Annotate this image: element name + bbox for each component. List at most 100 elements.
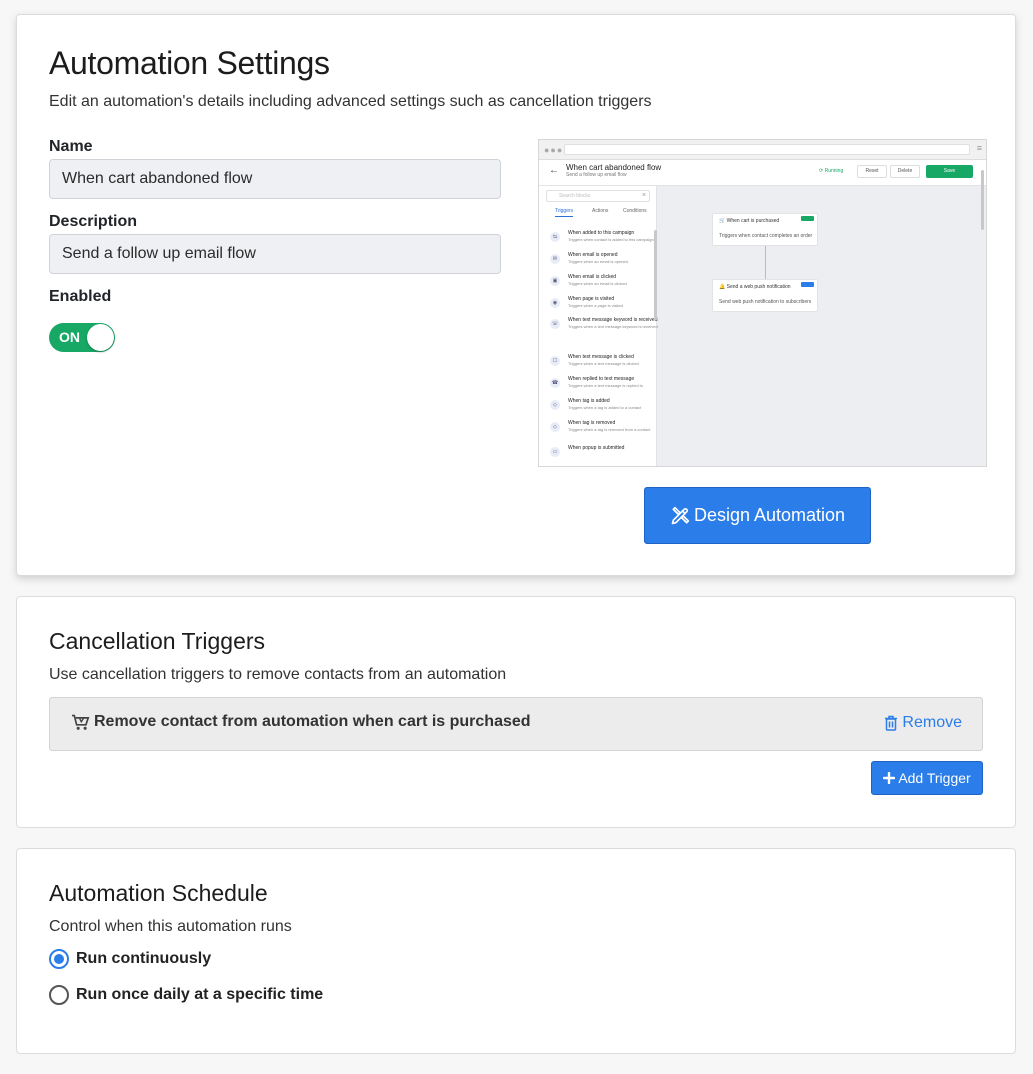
cancellation-title: Cancellation Triggers	[49, 628, 266, 654]
cancellation-subtitle: Use cancellation triggers to remove cont…	[49, 666, 507, 683]
preview-node1-badge	[801, 216, 814, 221]
radio-run-daily[interactable]: Run once daily at a specific time	[49, 985, 323, 1005]
preview-trigger-item-desc: Triggers when an email is clicked	[568, 281, 627, 286]
preview-node2-badge	[801, 282, 814, 287]
pencil-ruler-icon	[671, 506, 690, 524]
preview-trigger-item-icon: ✉	[550, 254, 560, 264]
schedule-subtitle: Control when this automation runs	[49, 918, 292, 935]
radio-label-continuously: Run continuously	[76, 950, 212, 967]
preview-canvas-scrollbar	[981, 170, 984, 230]
preview-sidebar: Search blocks × Triggers Actions Conditi…	[539, 186, 658, 466]
preview-title: When cart abandoned flow	[566, 163, 662, 172]
preview-browser-bar: ●●● ≡	[539, 140, 986, 160]
cancellation-trigger-item: Remove contact from automation when cart…	[49, 697, 983, 751]
page-subtitle: Edit an automation's details including a…	[49, 93, 652, 110]
preview-tab-triggers: Triggers	[555, 208, 574, 217]
radio-button-continuously[interactable]	[49, 949, 69, 969]
preview-trigger-item-icon: ◇	[550, 400, 560, 410]
preview-trigger-item-icon: ⇆	[550, 232, 560, 242]
preview-trigger-item-desc: Triggers when an email is opened	[568, 259, 628, 264]
preview-node1-title-text: When cart is purchased	[726, 218, 780, 224]
radio-label-daily: Run once daily at a specific time	[76, 986, 324, 1003]
name-label: Name	[49, 138, 93, 155]
preview-trigger-item-title: When text message is clicked	[568, 354, 634, 360]
preview-trigger-item-title: When replied to text message	[568, 376, 635, 382]
preview-trigger-item-title: When tag is removed	[568, 420, 616, 426]
preview-trigger-item-desc: Triggers when a tag is removed from a co…	[568, 427, 651, 432]
preview-tab-conditions: Conditions	[623, 208, 647, 214]
add-trigger-label: Add Trigger	[898, 770, 971, 786]
preview-back-arrow-icon: ←	[549, 165, 559, 176]
preview-trigger-item-desc: Triggers when contact is added to this c…	[568, 237, 654, 242]
enabled-toggle[interactable]: ON	[49, 323, 115, 352]
preview-trigger-item-icon: ▣	[550, 276, 560, 286]
preview-node2-title-text: Send a web push notification	[726, 284, 791, 290]
description-label: Description	[49, 213, 138, 230]
design-automation-button[interactable]: Design Automation	[644, 487, 871, 544]
add-trigger-button[interactable]: Add Trigger	[871, 761, 983, 795]
preview-subtitle: Send a follow up email flow	[566, 172, 627, 178]
preview-trigger-item-title: When page is visited	[568, 296, 615, 302]
trigger-text: Remove contact from automation when cart…	[94, 713, 531, 730]
description-input[interactable]	[49, 234, 501, 274]
preview-status-text: Running	[824, 168, 844, 174]
trash-icon	[885, 715, 898, 731]
preview-menu-icon: ≡	[976, 143, 982, 153]
preview-trigger-item-desc: Triggers when a page is visited	[568, 303, 623, 308]
automation-settings-card: Automation Settings Edit an automation's…	[16, 14, 1016, 576]
preview-reset-button: Reset	[857, 165, 887, 178]
toggle-knob	[87, 324, 114, 351]
preview-tab-actions: Actions	[592, 208, 609, 214]
preview-connector-line	[765, 246, 766, 279]
preview-trigger-item-icon: ◉	[550, 298, 560, 308]
radio-button-daily[interactable]	[49, 985, 69, 1005]
cancellation-triggers-card: Cancellation Triggers Use cancellation t…	[16, 596, 1016, 828]
preview-trigger-item-icon: ☎	[550, 378, 560, 388]
preview-tabs: Triggers Actions Conditions	[546, 208, 650, 218]
preview-trigger-item-icon: ▭	[550, 447, 560, 457]
preview-trigger-item-desc: Triggers when a text message keyword is …	[568, 324, 658, 329]
enabled-label: Enabled	[49, 288, 112, 305]
preview-trigger-item-desc: Triggers when a text message is replied …	[568, 383, 643, 388]
preview-sidebar-scrollbar	[654, 230, 657, 320]
preview-trigger-item-icon: ◇	[550, 422, 560, 432]
preview-delete-button: Delete	[890, 165, 920, 178]
preview-node-trigger: 🛒 When cart is purchased Triggers when c…	[712, 213, 818, 246]
remove-label: Remove	[902, 714, 962, 731]
preview-trigger-item-icon: ☏	[550, 319, 560, 329]
preview-trigger-item-desc: Triggers when a tag is added to a contac…	[568, 405, 642, 410]
radio-run-continuously[interactable]: Run continuously	[49, 949, 211, 969]
remove-trigger-link[interactable]: Remove	[884, 714, 962, 732]
preview-trigger-item-title: When email is clicked	[568, 274, 617, 280]
preview-window-dots: ●●●	[544, 145, 564, 155]
preview-status: ⟳ Running	[819, 168, 844, 174]
design-automation-label: Design Automation	[693, 505, 846, 525]
preview-node-action: 🔔 Send a web push notification Send web …	[712, 279, 818, 312]
preview-trigger-item-title: When added to this campaign	[568, 230, 635, 236]
preview-trigger-item-icon: ☐	[550, 356, 560, 366]
cart-icon	[72, 714, 90, 730]
preview-search-close-icon: ×	[641, 192, 646, 199]
preview-node1-desc: Triggers when contact completes an order	[719, 233, 813, 239]
toggle-on-text: ON	[59, 329, 80, 345]
preview-trigger-item-desc: Triggers when a text message is clicked	[568, 361, 639, 366]
page-title: Automation Settings	[49, 45, 330, 81]
schedule-title: Automation Schedule	[49, 880, 268, 906]
preview-header: ← When cart abandoned flow Send a follow…	[539, 160, 986, 186]
trigger-description: Remove contact from automation when cart…	[71, 713, 531, 731]
preview-url-bar	[564, 144, 970, 155]
preview-node2-desc: Send web push notification to subscriber…	[719, 299, 812, 305]
preview-search-text: Search blocks	[559, 193, 591, 199]
preview-node1-title: 🛒 When cart is purchased	[719, 218, 780, 224]
preview-search: Search blocks ×	[546, 190, 650, 202]
preview-trigger-item-title: When text message keyword is received	[568, 317, 658, 323]
automation-preview-image: ●●● ≡ ← When cart abandoned flow Send a …	[538, 139, 987, 467]
automation-schedule-card: Automation Schedule Control when this au…	[16, 848, 1016, 1054]
preview-trigger-item-title: When popup is submitted	[568, 445, 625, 451]
preview-node2-title: 🔔 Send a web push notification	[719, 284, 791, 290]
preview-trigger-item-title: When tag is added	[568, 398, 610, 404]
name-input[interactable]	[49, 159, 501, 199]
preview-save-button: Save	[926, 165, 973, 178]
plus-icon	[883, 772, 896, 784]
preview-trigger-item-title: When email is opened	[568, 252, 618, 258]
